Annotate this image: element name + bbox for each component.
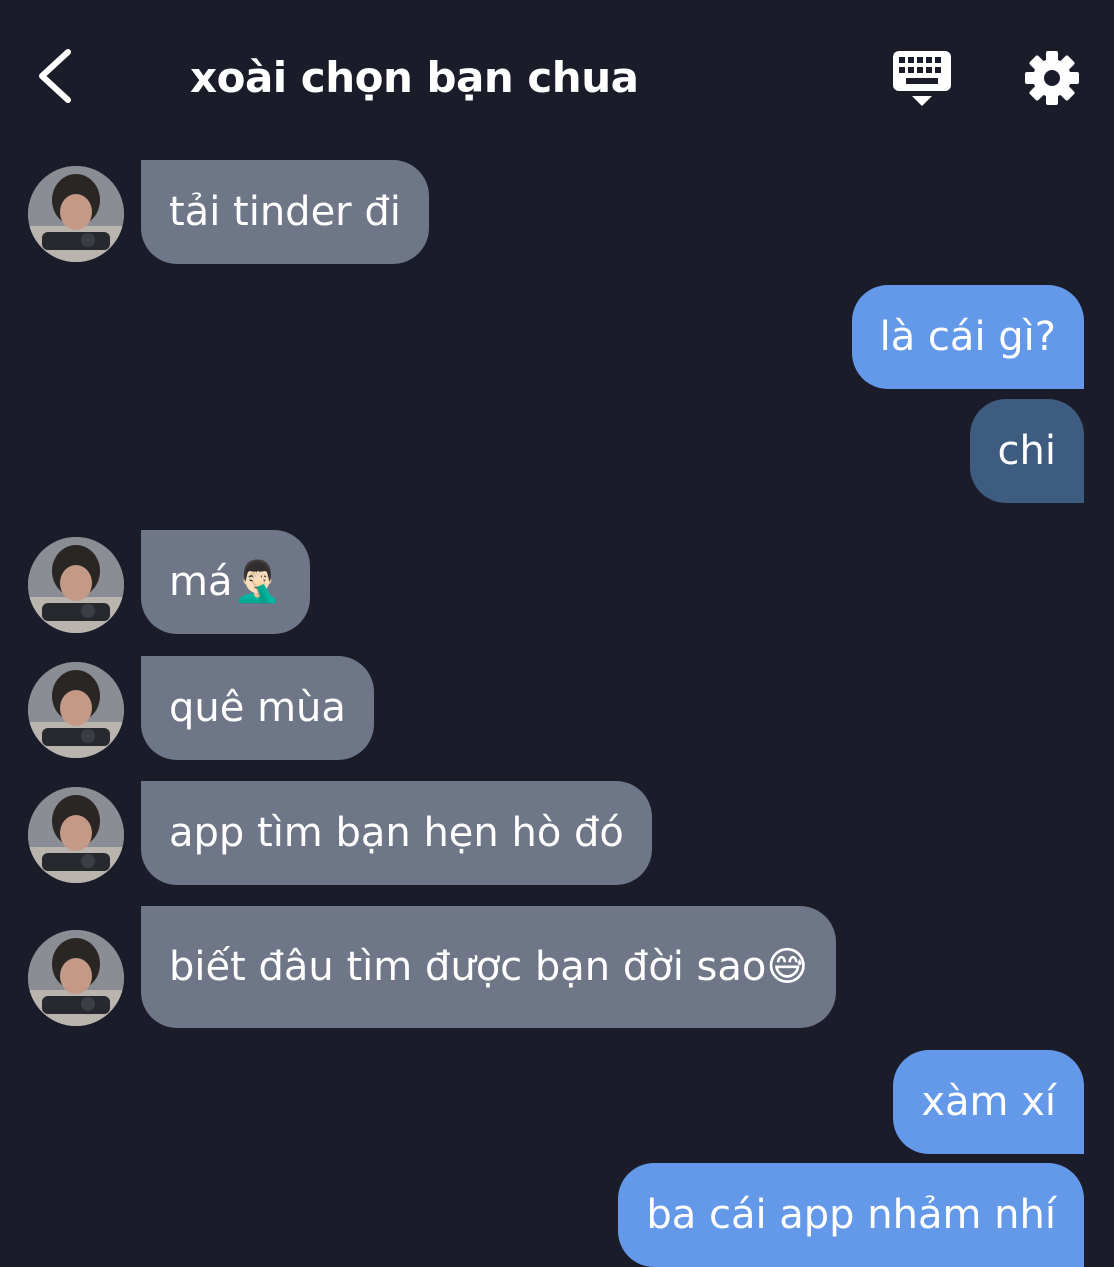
- avatar[interactable]: [28, 166, 124, 262]
- chat-header: xoài chọn bạn chua: [0, 0, 1114, 150]
- keyboard-button[interactable]: [888, 46, 956, 110]
- message-bubble-received[interactable]: má🤦🏻‍♂️: [141, 530, 311, 634]
- message-bubble-sent[interactable]: ba cái app nhảm nhí: [618, 1163, 1084, 1267]
- gear-icon: [1025, 51, 1079, 105]
- chat-title: xoài chọn bạn chua: [190, 53, 639, 102]
- settings-button[interactable]: [1020, 48, 1084, 108]
- avatar[interactable]: [28, 537, 124, 633]
- message-bubble-sent[interactable]: chi: [969, 399, 1084, 503]
- message-bubble-received[interactable]: app tìm bạn hẹn hò đó: [141, 781, 652, 885]
- avatar-photo: [28, 787, 124, 883]
- avatar-photo: [28, 537, 124, 633]
- message-bubble-sent[interactable]: xàm xí: [893, 1050, 1084, 1154]
- avatar[interactable]: [28, 930, 124, 1026]
- keyboard-icon: [893, 51, 951, 106]
- avatar-photo: [28, 166, 124, 262]
- message-bubble-received[interactable]: tải tinder đi: [141, 160, 429, 264]
- avatar-photo: [28, 662, 124, 758]
- back-button[interactable]: [30, 40, 90, 112]
- message-bubble-received[interactable]: quê mùa: [141, 656, 374, 760]
- avatar[interactable]: [28, 787, 124, 883]
- message-bubble-received[interactable]: biết đâu tìm được bạn đời sao😅: [141, 906, 837, 1028]
- chevron-left-icon: [39, 49, 71, 103]
- avatar-photo: [28, 930, 124, 1026]
- message-bubble-sent[interactable]: là cái gì?: [851, 285, 1084, 389]
- avatar[interactable]: [28, 662, 124, 758]
